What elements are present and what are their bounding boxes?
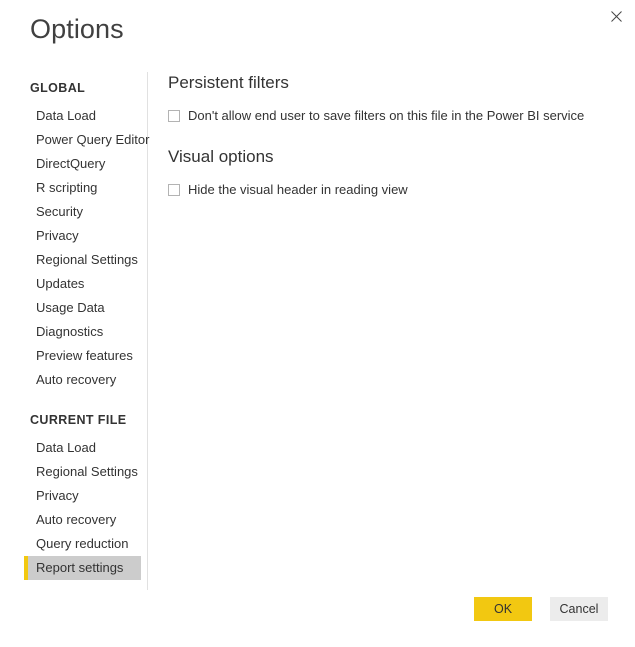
sidebar-item-current-regional-settings[interactable]: Regional Settings: [24, 460, 141, 484]
sidebar-item-label: Preview features: [36, 348, 133, 363]
sidebar-item-label: Regional Settings: [36, 252, 138, 267]
sidebar-item-current-auto-recovery[interactable]: Auto recovery: [24, 508, 141, 532]
checkbox-disallow-save-filters[interactable]: [168, 110, 180, 123]
section-heading-persistent-filters: Persistent filters: [168, 73, 289, 92]
nav-group-title-current-file: CURRENT FILE: [30, 413, 127, 427]
nav-list-global: Data Load Power Query Editor DirectQuery…: [0, 104, 149, 392]
sidebar-item-r-scripting[interactable]: R scripting: [24, 176, 141, 200]
sidebar-item-label: Security: [36, 204, 83, 219]
ok-button[interactable]: OK: [474, 597, 532, 621]
sidebar-item-updates[interactable]: Updates: [24, 272, 141, 296]
sidebar-item-report-settings[interactable]: Report settings: [24, 556, 141, 580]
sidebar-item-label: Data Load: [36, 440, 96, 455]
dialog-footer: OK Cancel: [474, 597, 608, 621]
nav-group-current-file: CURRENT FILE Data Load Regional Settings…: [0, 410, 147, 580]
sidebar-item-label: Diagnostics: [36, 324, 104, 339]
sidebar-item-security[interactable]: Security: [24, 200, 141, 224]
cancel-button[interactable]: Cancel: [550, 597, 608, 621]
sidebar-item-label: Report settings: [36, 560, 124, 575]
checkbox-row-hide-visual-header[interactable]: Hide the visual header in reading view: [168, 182, 408, 198]
sidebar-item-data-load[interactable]: Data Load: [24, 104, 141, 128]
checkbox-label: Hide the visual header in reading view: [188, 182, 408, 198]
sidebar-item-auto-recovery[interactable]: Auto recovery: [24, 368, 141, 392]
nav-group-global: GLOBAL Data Load Power Query Editor Dire…: [0, 78, 149, 392]
close-button[interactable]: [601, 2, 631, 30]
sidebar-item-label: DirectQuery: [36, 156, 106, 171]
nav-list-current-file: Data Load Regional Settings Privacy Auto…: [0, 436, 147, 580]
sidebar-item-diagnostics[interactable]: Diagnostics: [24, 320, 141, 344]
section-persistent-filters: Persistent filters Don't allow end user …: [168, 72, 635, 124]
sidebar-item-usage-data[interactable]: Usage Data: [24, 296, 141, 320]
options-sidebar: GLOBAL Data Load Power Query Editor Dire…: [0, 72, 149, 580]
section-visual-options: Visual options Hide the visual header in…: [168, 146, 635, 198]
sidebar-item-current-data-load[interactable]: Data Load: [24, 436, 141, 460]
close-icon: [610, 10, 622, 22]
sidebar-item-label: Auto recovery: [36, 512, 117, 527]
checkbox-label: Don't allow end user to save filters on …: [188, 108, 585, 124]
sidebar-item-label: R scripting: [36, 180, 98, 195]
sidebar-item-label: Power Query Editor: [36, 132, 150, 147]
nav-group-title-global: GLOBAL: [30, 81, 86, 95]
page-title: Options: [30, 14, 124, 44]
options-content-panel: Persistent filters Don't allow end user …: [168, 72, 635, 198]
sidebar-item-privacy[interactable]: Privacy: [24, 224, 141, 248]
section-heading-visual-options: Visual options: [168, 147, 274, 167]
sidebar-item-label: Query reduction: [36, 536, 129, 551]
sidebar-item-power-query-editor[interactable]: Power Query Editor: [24, 128, 149, 152]
sidebar-item-regional-settings[interactable]: Regional Settings: [24, 248, 141, 272]
sidebar-item-preview-features[interactable]: Preview features: [24, 344, 141, 368]
sidebar-item-label: Privacy: [36, 488, 79, 503]
sidebar-item-directquery[interactable]: DirectQuery: [24, 152, 141, 176]
sidebar-item-label: Auto recovery: [36, 372, 117, 387]
sidebar-item-label: Updates: [36, 276, 85, 291]
checkbox-row-disallow-save-filters[interactable]: Don't allow end user to save filters on …: [168, 108, 584, 124]
sidebar-item-current-privacy[interactable]: Privacy: [24, 484, 141, 508]
sidebar-item-label: Privacy: [36, 228, 79, 243]
sidebar-item-label: Regional Settings: [36, 464, 138, 479]
sidebar-item-label: Usage Data: [36, 300, 105, 315]
checkbox-hide-visual-header[interactable]: [168, 184, 180, 197]
sidebar-item-label: Data Load: [36, 108, 96, 123]
sidebar-item-query-reduction[interactable]: Query reduction: [24, 532, 141, 556]
